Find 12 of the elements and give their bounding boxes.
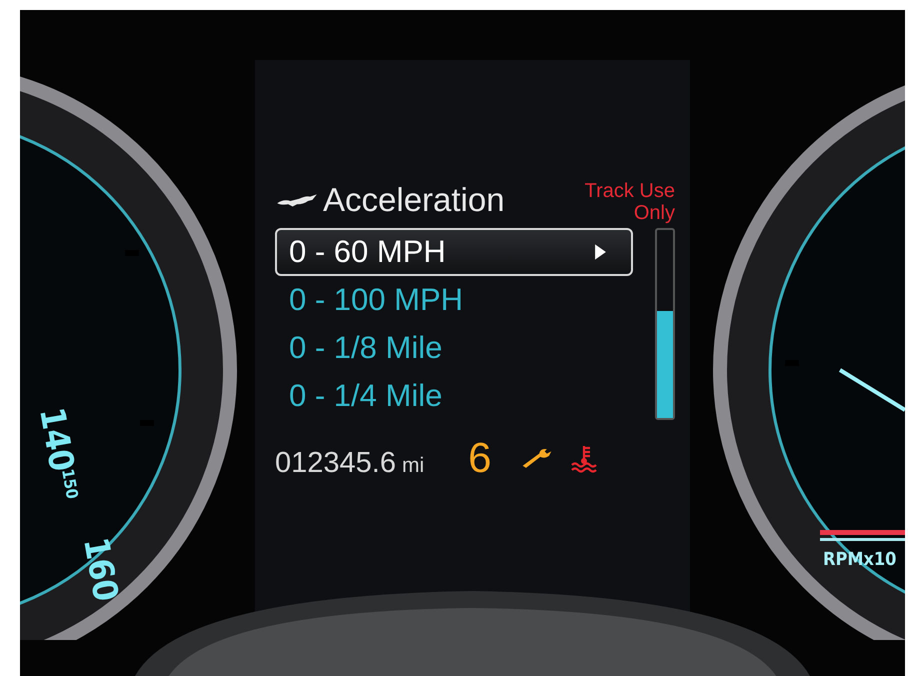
odometer-reading: 012345.6: [275, 447, 396, 480]
menu-item[interactable]: 0 - 100 MPH: [275, 276, 633, 324]
play-arrow-icon: [594, 243, 607, 261]
gear-indicator: 6: [468, 434, 492, 482]
warning-text: Track Use Only: [584, 180, 675, 224]
speed-label: 160: [75, 534, 126, 604]
menu-title: Acceleration: [323, 180, 505, 220]
menu-item[interactable]: 0 - 1/8 Mile: [275, 324, 633, 372]
coolant-temperature-icon: [570, 443, 598, 473]
menu-item[interactable]: 0 - 60 MPH: [275, 228, 633, 276]
menu-item[interactable]: 0 - 1/4 Mile: [275, 372, 633, 420]
odometer-unit: mi: [402, 454, 424, 478]
